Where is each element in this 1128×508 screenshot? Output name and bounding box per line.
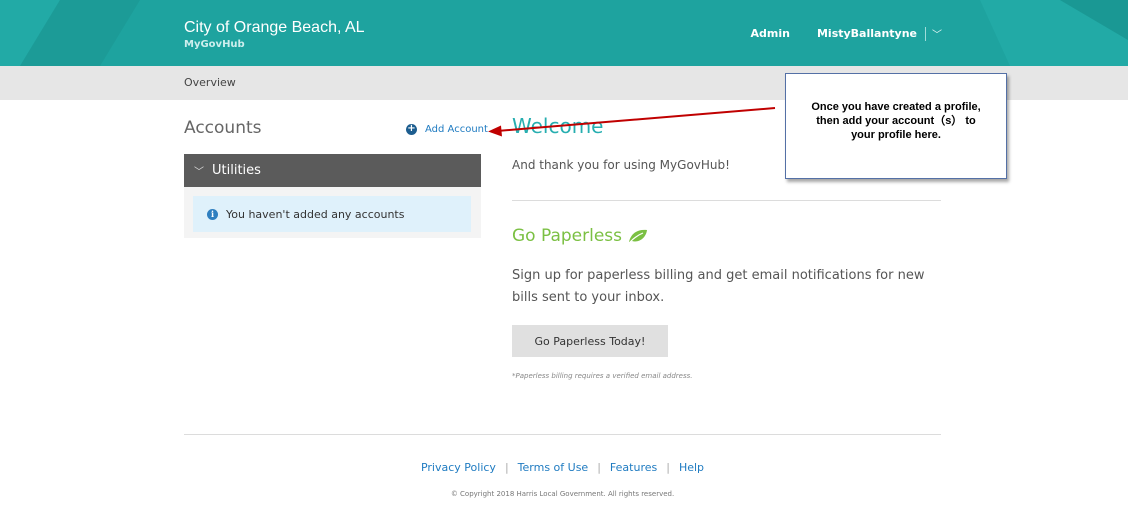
footer-divider — [184, 434, 941, 435]
add-account-label: Add Account — [425, 124, 488, 135]
user-menu-name[interactable]: MistyBallantyne — [817, 27, 917, 40]
breadcrumb-overview[interactable]: Overview — [184, 76, 236, 89]
header-background-pattern — [0, 0, 1128, 66]
copyright-notice: © Copyright 2018 Harris Local Government… — [450, 490, 675, 498]
no-accounts-alert: i You haven't added any accounts — [193, 196, 471, 232]
footer-separator: | — [504, 461, 509, 474]
utilities-panel: ﹀ Utilities i You haven't added any acco… — [184, 154, 481, 238]
site-brand[interactable]: City of Orange Beach, AL MyGovHub — [184, 19, 365, 51]
info-icon: i — [207, 208, 218, 220]
callout-line-2: then add your account（s） to — [816, 115, 976, 127]
plus-circle-icon: + — [406, 123, 417, 135]
footer-links: Privacy Policy | Terms of Use | Features | Hel… — [184, 461, 941, 474]
help-link[interactable]: Help — [679, 461, 704, 474]
go-paperless-heading: Go Paperless — [512, 226, 648, 246]
city-name: City of Orange Beach, AL — [184, 19, 365, 36]
callout-line-1: Once you have created a profile, — [811, 101, 981, 113]
footer-separator: | — [597, 461, 601, 474]
go-paperless-title: Go Paperless — [512, 226, 623, 246]
section-divider — [512, 200, 941, 201]
utilities-label: Utilities — [212, 163, 261, 178]
go-paperless-button[interactable]: Go Paperless Today! — [512, 325, 668, 357]
utilities-group-header[interactable]: ﹀ Utilities — [184, 154, 481, 187]
app-name: MyGovHub — [184, 39, 245, 50]
chevron-down-icon[interactable]: ﹀ — [932, 26, 942, 41]
privacy-policy-link[interactable]: Privacy Policy — [421, 461, 496, 474]
user-menu-divider — [925, 26, 926, 41]
terms-of-use-link[interactable]: Terms of Use — [518, 461, 589, 474]
header-user-nav: Admin MistyBallantyne ﹀ — [751, 26, 942, 41]
welcome-heading: Welcome — [512, 114, 604, 138]
paperless-note: *Paperless billing requires a verified e… — [512, 372, 693, 380]
no-accounts-message: You haven't added any accounts — [226, 207, 405, 221]
welcome-subtext: And thank you for using MyGovHub! — [512, 158, 730, 172]
callout-line-3: your profile here. — [851, 129, 941, 141]
add-account-button[interactable]: + Add Account — [406, 124, 488, 135]
leaf-icon — [629, 229, 648, 243]
chevron-down-icon: ﹀ — [194, 167, 204, 178]
accounts-heading: Accounts — [184, 118, 262, 138]
features-link[interactable]: Features — [610, 461, 657, 474]
instruction-callout: Once you have created a profile, then ad… — [785, 73, 1007, 179]
admin-link[interactable]: Admin — [751, 27, 790, 40]
top-header: City of Orange Beach, AL MyGovHub Admin … — [0, 0, 1128, 66]
footer-separator: | — [666, 461, 670, 474]
paperless-description: Sign up for paperless billing and get em… — [512, 268, 925, 305]
